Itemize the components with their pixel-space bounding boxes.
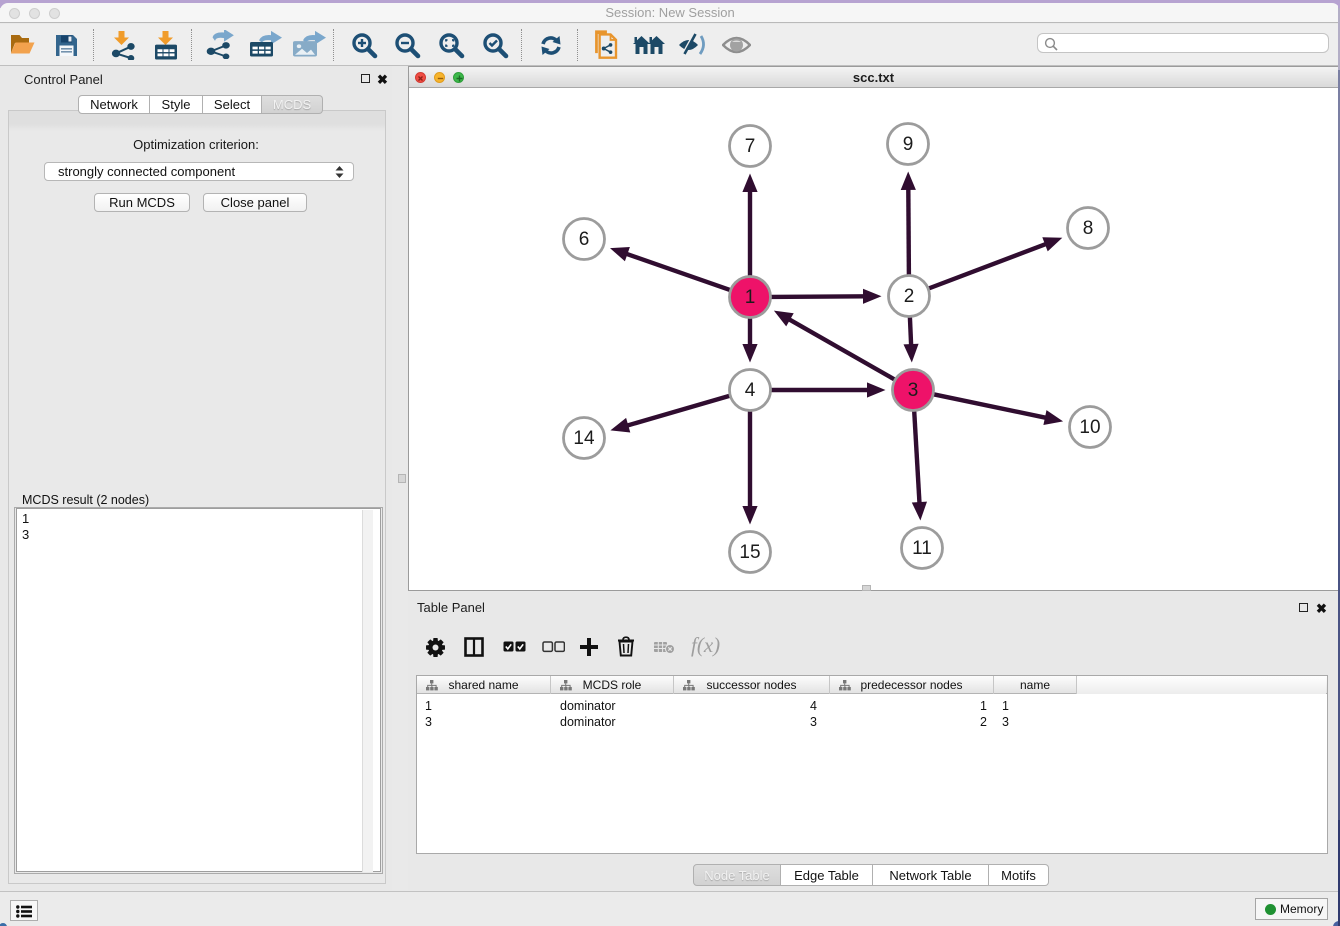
svg-text:10: 10: [1079, 417, 1100, 438]
svg-text:9: 9: [903, 134, 914, 155]
svg-text:8: 8: [1083, 218, 1094, 239]
svg-text:2: 2: [904, 286, 915, 307]
svg-text:4: 4: [745, 380, 756, 401]
svg-text:14: 14: [573, 428, 595, 449]
svg-text:6: 6: [579, 229, 590, 250]
svg-text:7: 7: [745, 136, 756, 157]
svg-text:3: 3: [908, 380, 919, 401]
svg-text:11: 11: [912, 538, 932, 559]
svg-text:1: 1: [745, 287, 756, 308]
svg-text:15: 15: [739, 542, 760, 563]
